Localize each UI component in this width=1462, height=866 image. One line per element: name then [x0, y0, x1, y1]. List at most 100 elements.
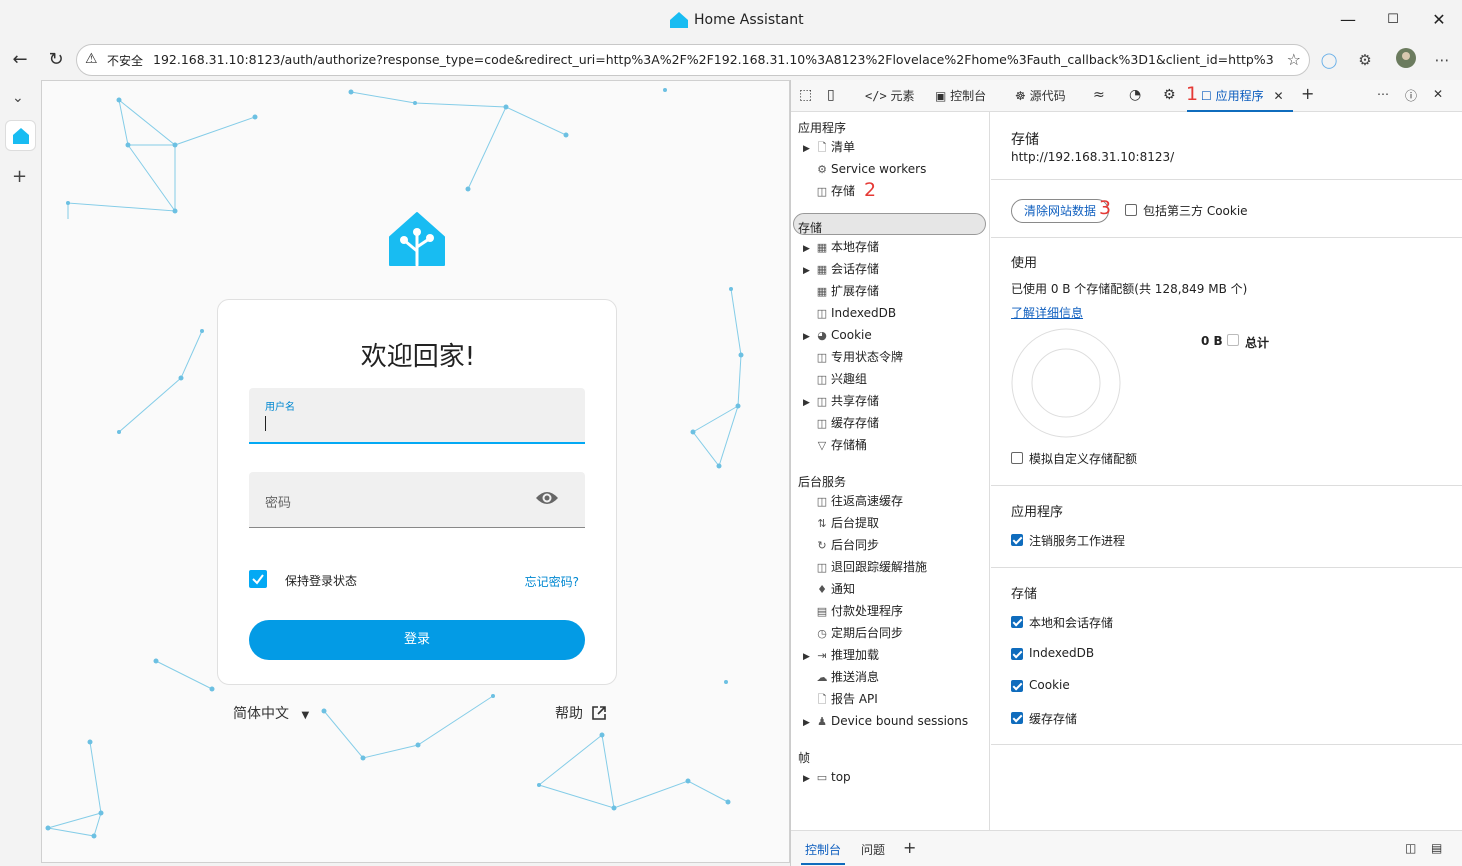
section-frames: 帧: [798, 751, 811, 765]
minimize-button[interactable]: —: [1336, 8, 1360, 32]
storage-overview-pane: 存储 http://192.168.31.10:8123/ 清除网站数据 3 包…: [991, 112, 1462, 830]
sidebar-item-bounce-tracking[interactable]: ◫ 退回跟踪缓解措施: [803, 556, 927, 578]
language-selector[interactable]: 简体中文 ▼: [233, 703, 309, 723]
sidebar-item-indexeddb[interactable]: ◫ IndexedDB: [803, 302, 896, 324]
sidebar-item-frame-top[interactable]: ▶ ▭ top: [803, 766, 851, 788]
forgot-password-link[interactable]: 忘记密码?: [525, 573, 579, 590]
address-bar[interactable]: ⚠ 不安全 192.168.31.10:8123/auth/authorize?…: [76, 44, 1310, 76]
tab-application-label: 应用程序: [1215, 89, 1264, 103]
extension-circle-icon[interactable]: ◯: [1317, 48, 1341, 72]
sidebar-item-cache-storage[interactable]: ◫ 缓存存储: [803, 412, 879, 434]
sidebar-item-bfcache[interactable]: ◫ 往返高速缓存: [803, 490, 903, 512]
cache-storage-checkbox[interactable]: [1011, 712, 1023, 724]
back-icon[interactable]: ←: [8, 48, 32, 72]
performance-gauge-icon[interactable]: ◔: [1129, 87, 1141, 103]
dock-side-icon[interactable]: ◫: [1405, 841, 1416, 855]
cookie-checkbox[interactable]: [1011, 680, 1023, 692]
username-label: 用户名: [265, 402, 295, 413]
add-tab-plus-icon[interactable]: +: [1301, 84, 1314, 103]
sidebar-item-shared-storage[interactable]: ▶ ◫ 共享存储: [803, 390, 879, 412]
drawer-tab-console[interactable]: 控制台: [805, 841, 841, 858]
more-menu-icon[interactable]: ⋯: [1430, 48, 1454, 72]
sidebar-item-push-messaging[interactable]: ☁ 推送消息: [803, 666, 880, 688]
maximize-button[interactable]: ☐: [1381, 8, 1405, 32]
keep-logged-in-checkbox[interactable]: [249, 570, 267, 588]
sidebar-item-private-state-tokens[interactable]: ◫ 专用状态令牌: [803, 346, 903, 368]
up-down-arrows-icon: ⇅: [817, 517, 827, 530]
help-icon[interactable]: ⓘ: [1405, 87, 1417, 104]
sidebar-item-cookie[interactable]: ▶ ◕ Cookie: [803, 324, 872, 346]
card-icon: ▤: [816, 605, 828, 618]
database-icon: ◫: [816, 373, 828, 386]
indexeddb-label: IndexedDB: [1029, 646, 1095, 660]
toggle-drawer-icon[interactable]: ▤: [1431, 841, 1442, 855]
sidebar-item-reporting-api[interactable]: 🗋 报告 API: [803, 688, 878, 710]
sidebar-item-storage[interactable]: ◫ 存储: [803, 180, 855, 202]
sidebar-item-storage-buckets[interactable]: ▽ 存储桶: [803, 434, 867, 456]
help-link[interactable]: 帮助: [555, 703, 607, 723]
database-icon: ◫: [816, 561, 828, 574]
sidebar-item-local-storage[interactable]: ▶ ▦ 本地存储: [803, 236, 879, 258]
unregister-sw-label: 注销服务工作进程: [1029, 534, 1126, 548]
sidebar-item-background-fetch[interactable]: ⇅ 后台提取: [803, 512, 879, 534]
password-input[interactable]: 密码: [249, 472, 585, 528]
drawer-tab-issues[interactable]: 问题: [861, 841, 885, 858]
usage-text: 已使用 0 B 个存储配额(共 128,849 MB 个): [1011, 282, 1248, 296]
devtools-tab-bar: ⬚ ▯ </> 元素 ▣ 控制台 ☸ 源代码 ≈ ◔ ⚙ 1 ☐ 应用程序 ✕ …: [791, 80, 1462, 112]
sidebar-item-interest-groups[interactable]: ◫ 兴趣组: [803, 368, 867, 390]
extensions-puzzle-icon[interactable]: ⚙: [1353, 48, 1377, 72]
cloud-icon: ☁: [816, 671, 828, 684]
memory-chip-icon[interactable]: ⚙: [1163, 87, 1176, 103]
tab-sources[interactable]: ☸ 源代码: [1015, 87, 1066, 104]
tab-home-assistant[interactable]: [5, 120, 36, 151]
eye-icon[interactable]: [535, 488, 559, 508]
device-emulation-icon[interactable]: ▯: [827, 87, 835, 103]
console-icon: ▣: [935, 89, 947, 103]
learn-more-link[interactable]: 了解详细信息: [1011, 304, 1083, 321]
login-button[interactable]: 登录: [249, 620, 585, 660]
warning-icon: ⚠: [85, 51, 98, 67]
sidebar-item-payment-handler[interactable]: ▤ 付款处理程序: [803, 600, 903, 622]
url-text[interactable]: 192.168.31.10:8123/auth/authorize?respon…: [153, 52, 1273, 67]
sidebar-item-service-workers[interactable]: ⚙ Service workers: [803, 158, 926, 180]
drawer-add-plus-icon[interactable]: +: [903, 838, 916, 857]
sidebar-item-notifications[interactable]: ♦ 通知: [803, 578, 855, 600]
include-third-party-cookie-checkbox[interactable]: [1125, 204, 1137, 216]
sidebar-item-speculative-loads[interactable]: ▶ ⇥ 推理加载: [803, 644, 879, 666]
network-wifi-icon[interactable]: ≈: [1093, 87, 1105, 103]
refresh-icon[interactable]: ↻: [44, 48, 68, 72]
username-input[interactable]: 用户名: [249, 388, 585, 444]
tab-console[interactable]: ▣ 控制台: [935, 87, 986, 104]
tab-elements[interactable]: </> 元素: [865, 87, 915, 104]
clear-site-data-button[interactable]: 清除网站数据: [1011, 199, 1109, 223]
favorite-star-icon[interactable]: ☆: [1287, 50, 1301, 69]
sidebar-item-extension-storage[interactable]: ▦ 扩展存储: [803, 280, 879, 302]
simulate-quota-checkbox[interactable]: [1011, 452, 1023, 464]
clock-icon: ◷: [817, 627, 827, 640]
new-tab-plus-icon[interactable]: +: [12, 166, 27, 187]
close-window-button[interactable]: ✕: [1427, 8, 1451, 32]
application-sidebar: 应用程序 ▶ 🗋 清单 ⚙ Service workers ◫ 存储 2 存储 ▶ ▦ 本地…: [791, 112, 990, 830]
include-third-party-cookie-label: 包括第三方 Cookie: [1143, 204, 1248, 218]
sidebar-item-background-sync[interactable]: ↻ 后台同步: [803, 534, 879, 556]
sidebar-item-session-storage[interactable]: ▶ ▦ 会话存储: [803, 258, 879, 280]
chevron-down-icon[interactable]: ⌄: [12, 90, 24, 106]
sidebar-item-periodic-sync[interactable]: ◷ 定期后台同步: [803, 622, 903, 644]
storage-heading: 存储: [1011, 587, 1038, 602]
sidebar-item-manifest[interactable]: ▶ 🗋 清单: [803, 136, 855, 158]
vertical-tab-rail: ⌄ +: [0, 80, 41, 866]
annotation-2: 2: [864, 179, 877, 201]
unregister-sw-checkbox[interactable]: [1011, 534, 1023, 546]
close-devtools-icon[interactable]: ✕: [1433, 87, 1443, 101]
more-options-icon[interactable]: ⋯: [1377, 87, 1389, 101]
inspect-element-icon[interactable]: ⬚: [799, 87, 812, 103]
indexeddb-checkbox[interactable]: [1011, 648, 1023, 660]
close-tab-icon[interactable]: ✕: [1273, 89, 1283, 103]
login-card: 欢迎回家! 用户名 密码 保持登录状态 忘记密码? 登录: [217, 299, 617, 685]
tab-application[interactable]: ☐ 应用程序 ✕: [1201, 87, 1284, 104]
sidebar-item-device-bound-sessions[interactable]: ▶ ♟ Device bound sessions: [803, 710, 968, 732]
frame-window-icon: ▭: [816, 771, 828, 784]
local-session-storage-checkbox[interactable]: [1011, 616, 1023, 628]
profile-avatar[interactable]: [1394, 48, 1418, 72]
section-background-services: 后台服务: [798, 475, 847, 489]
